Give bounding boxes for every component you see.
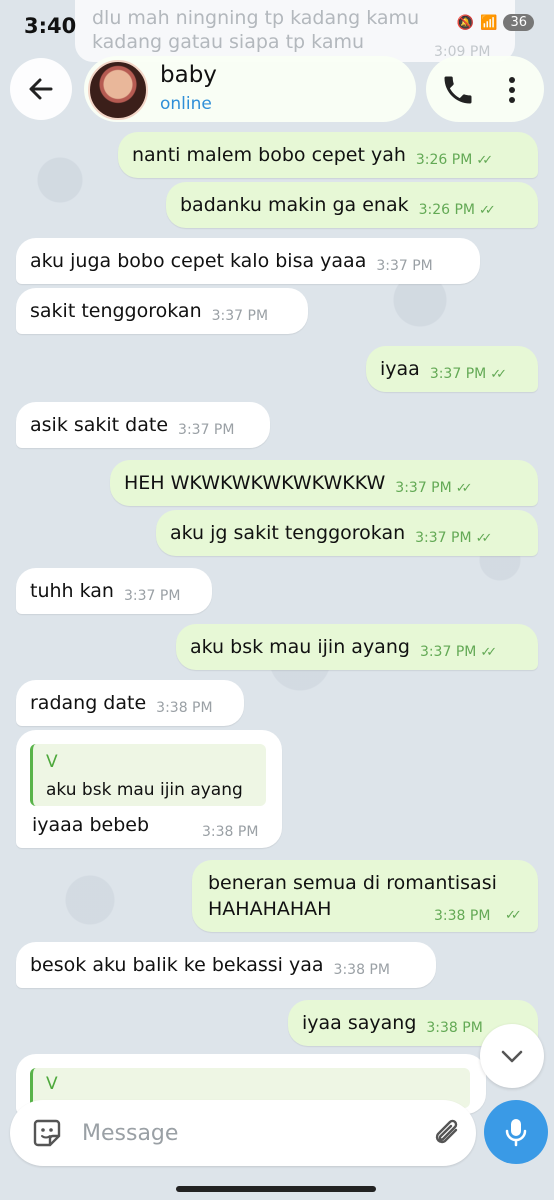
double-check-icon: ✓✓ bbox=[455, 480, 473, 496]
message-incoming[interactable]: tuhh kan 3:37 PM bbox=[16, 568, 212, 614]
message-incoming[interactable]: asik sakit date 3:37 PM bbox=[16, 402, 270, 448]
contact-status: online bbox=[160, 94, 212, 114]
previous-message-text: dlu mah ningning tp kadang kamu kadang g… bbox=[92, 7, 420, 53]
message-time: 3:37 PM bbox=[376, 258, 433, 274]
message-outgoing[interactable]: HEH WKWKWKWKWKWKKW 3:37 PM ✓✓ bbox=[110, 460, 538, 506]
message-time: 3:38 PM bbox=[434, 908, 491, 924]
message-time: 3:26 PM bbox=[418, 202, 476, 218]
message-text: besok aku balik ke bekassi yaa bbox=[30, 954, 324, 976]
more-vertical-icon bbox=[509, 77, 515, 103]
attach-button[interactable] bbox=[432, 1116, 464, 1152]
message-text: iyaaa bebeb bbox=[32, 814, 150, 836]
message-text: aku juga bobo cepet kalo bisa yaaa bbox=[30, 250, 367, 272]
back-arrow-icon bbox=[29, 78, 53, 100]
reply-quoted-text: aku bsk mau ijin ayang bbox=[46, 780, 243, 800]
reply-author: V bbox=[46, 752, 58, 772]
sticker-button[interactable] bbox=[30, 1116, 64, 1150]
message-incoming[interactable]: sakit tenggorokan 3:37 PM bbox=[16, 288, 308, 334]
message-text-line2: HAHAHAHAH bbox=[208, 898, 332, 920]
phone-icon bbox=[444, 76, 472, 104]
navigation-handle[interactable] bbox=[176, 1186, 376, 1192]
message-time: 3:38 PM bbox=[202, 824, 259, 840]
sticker-icon bbox=[33, 1119, 61, 1147]
message-text: radang date bbox=[30, 692, 147, 714]
message-outgoing[interactable]: aku bsk mau ijin ayang 3:37 PM ✓✓ bbox=[176, 624, 538, 670]
message-text: iyaa sayang bbox=[302, 1012, 417, 1034]
message-time: 3:37 PM bbox=[419, 644, 477, 660]
message-text: nanti malem bobo cepet yah bbox=[132, 144, 406, 166]
message-time: 3:37 PM bbox=[429, 366, 487, 382]
scroll-to-bottom-button[interactable] bbox=[480, 1024, 544, 1088]
message-incoming[interactable]: besok aku balik ke bekassi yaa 3:38 PM bbox=[16, 942, 436, 988]
contact-name[interactable]: baby bbox=[160, 62, 217, 88]
microphone-icon bbox=[505, 1119, 527, 1147]
message-text: asik sakit date bbox=[30, 414, 169, 436]
more-options-button[interactable] bbox=[500, 72, 524, 108]
message-outgoing[interactable]: iyaa 3:37 PM ✓✓ bbox=[366, 346, 538, 392]
message-time: 3:37 PM bbox=[415, 530, 472, 546]
message-time: 3:37 PM bbox=[178, 422, 235, 438]
message-text: aku jg sakit tenggorokan bbox=[170, 522, 406, 544]
message-text: aku bsk mau ijin ayang bbox=[190, 636, 410, 658]
reply-author: V bbox=[46, 1074, 58, 1094]
mute-icon: 🔕 bbox=[456, 14, 475, 31]
double-check-icon: ✓✓ bbox=[475, 530, 493, 546]
message-text: iyaa bbox=[380, 358, 420, 380]
paperclip-icon bbox=[435, 1119, 458, 1144]
double-check-icon: ✓✓ bbox=[480, 644, 497, 660]
message-time: 3:26 PM bbox=[415, 152, 473, 168]
double-check-icon: ✓✓ bbox=[505, 908, 522, 923]
message-time: 3:38 PM bbox=[156, 700, 213, 716]
message-time: 3:38 PM bbox=[333, 962, 390, 978]
message-text: tuhh kan bbox=[30, 580, 114, 602]
battery-indicator: 36 bbox=[503, 14, 534, 31]
call-button[interactable] bbox=[440, 72, 476, 108]
double-check-icon: ✓✓ bbox=[479, 202, 496, 218]
message-text: badanku makin ga enak bbox=[180, 194, 409, 216]
status-icons: 🔕 📶 36 bbox=[457, 14, 534, 31]
back-button[interactable] bbox=[10, 58, 72, 120]
message-time: 3:38 PM bbox=[426, 1020, 483, 1036]
status-time: 3:40 bbox=[24, 14, 77, 38]
chevron-down-icon bbox=[501, 1050, 523, 1063]
wifi-icon: 📶 bbox=[480, 14, 498, 31]
double-check-icon: ✓✓ bbox=[490, 366, 507, 382]
message-input[interactable] bbox=[82, 1116, 412, 1150]
message-outgoing[interactable]: nanti malem bobo cepet yah 3:26 PM ✓✓ bbox=[118, 132, 538, 178]
message-incoming[interactable]: radang date 3:38 PM bbox=[16, 680, 244, 726]
message-incoming[interactable]: aku juga bobo cepet kalo bisa yaaa 3:37 … bbox=[16, 238, 480, 284]
message-outgoing[interactable]: badanku makin ga enak 3:26 PM ✓✓ bbox=[166, 182, 538, 228]
message-outgoing[interactable]: aku jg sakit tenggorokan 3:37 PM ✓✓ bbox=[156, 510, 538, 556]
message-time: 3:37 PM bbox=[395, 480, 452, 496]
double-check-icon: ✓✓ bbox=[476, 152, 493, 168]
message-text: sakit tenggorokan bbox=[30, 300, 202, 322]
voice-record-button[interactable] bbox=[484, 1100, 548, 1164]
message-text: HEH WKWKWKWKWKWKKW bbox=[124, 472, 386, 494]
message-time: 3:37 PM bbox=[211, 308, 269, 324]
message-text-line1: beneran semua di romantisasi bbox=[208, 872, 497, 894]
message-time: 3:37 PM bbox=[123, 588, 181, 604]
avatar[interactable] bbox=[88, 60, 148, 120]
